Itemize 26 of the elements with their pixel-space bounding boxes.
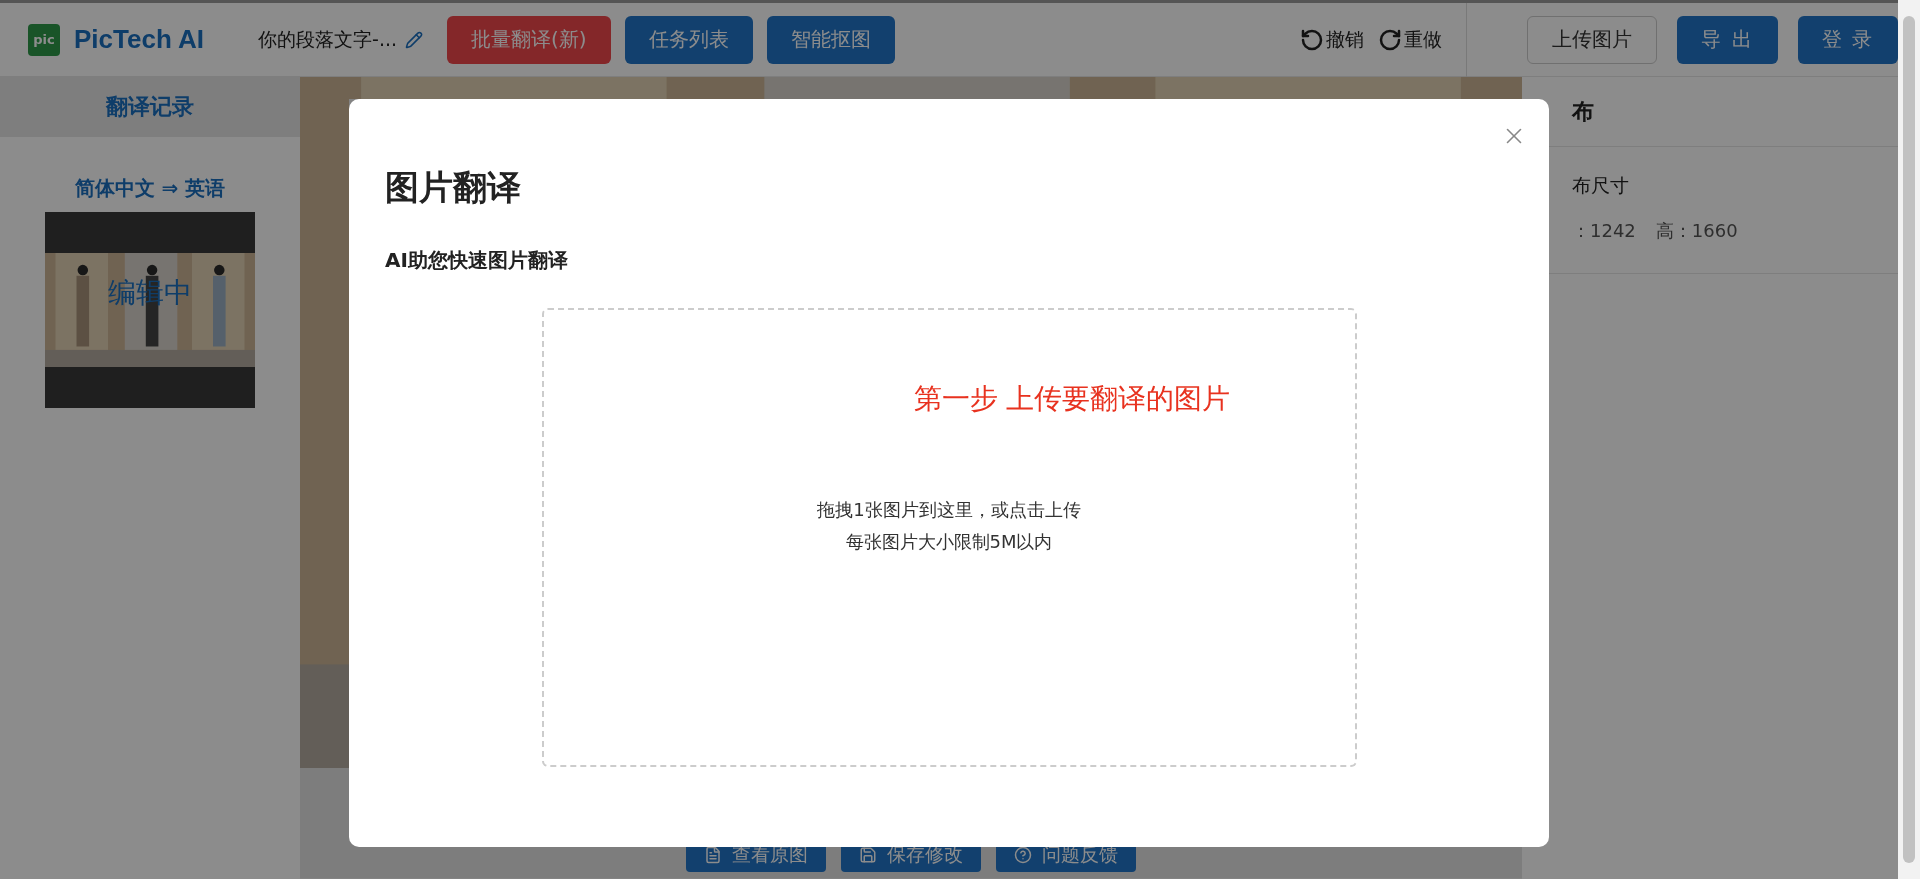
section-label: 布尺寸 — [1572, 173, 1630, 198]
redo-button[interactable]: 重做 — [1378, 26, 1443, 53]
toolbar-button[interactable]: 批量翻译(新) — [447, 15, 611, 64]
brand-name: PicTech AI — [74, 24, 205, 55]
undo-button[interactable]: 撤销 — [1300, 26, 1365, 53]
scrollbar[interactable] — [1898, 0, 1920, 879]
record-title: 简体中文 ⇒ 英语 — [74, 175, 226, 202]
redo-icon — [1378, 27, 1403, 52]
header-button[interactable]: 导 出 — [1677, 15, 1778, 64]
dialog-title: 图片翻译 — [385, 166, 522, 209]
edit-icon[interactable] — [405, 30, 424, 49]
header-button[interactable]: 登 录 — [1797, 15, 1898, 64]
document-title: 你的段落文字-... — [258, 26, 398, 52]
toolbar-button[interactable]: 智能抠图 — [766, 15, 895, 64]
logo-icon: pic — [28, 23, 60, 56]
header-button[interactable]: 上传图片 — [1527, 15, 1658, 64]
undo-icon — [1300, 27, 1325, 52]
toolbar-button[interactable]: 任务列表 — [624, 15, 753, 64]
dialog-subtitle: AI助您快速图片翻译 — [385, 247, 569, 274]
upload-hint: 每张图片大小限制5M以内 — [845, 530, 1053, 554]
step-text: 第一步 上传要翻译的图片 — [913, 381, 1231, 417]
sidebar-title: 翻译记录 — [0, 77, 300, 137]
upload-hint: 拖拽1张图片到这里，或点击上传 — [817, 498, 1081, 522]
upload-dropzone[interactable]: 第一步 上传要翻译的图片 拖拽1张图片到这里，或点击上传 每张图片大小限制5M以内 — [541, 308, 1357, 767]
width-value: ：1242 — [1572, 219, 1636, 243]
height-value: 高：1660 — [1655, 219, 1738, 243]
